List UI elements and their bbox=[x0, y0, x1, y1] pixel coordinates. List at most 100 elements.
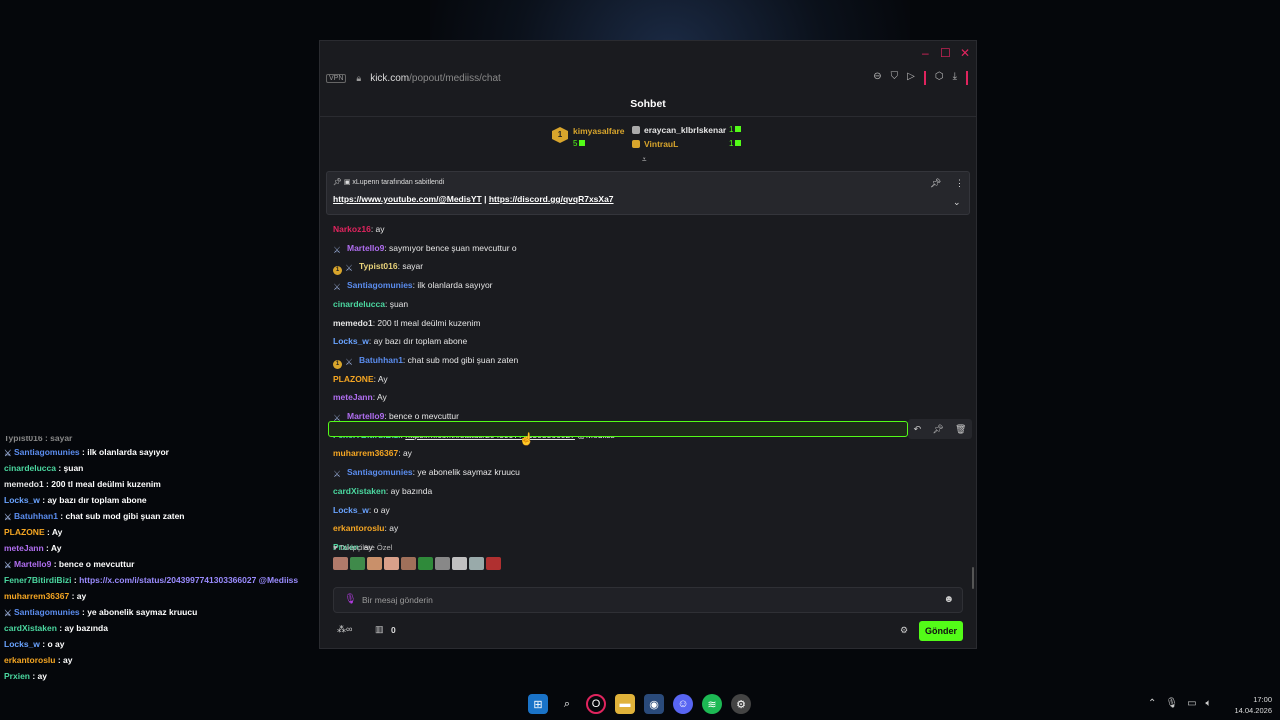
emote-icon[interactable] bbox=[418, 557, 433, 570]
download-icon[interactable]: ⤓ bbox=[953, 71, 957, 85]
overlay-line: meteJann : Ay bbox=[0, 540, 312, 556]
chat-username[interactable]: Locks_w bbox=[333, 505, 369, 515]
delete-icon[interactable]: 🗑︎ bbox=[955, 424, 966, 435]
overlay-username: Santiagomunies bbox=[14, 607, 80, 617]
pin-icon[interactable]: 📌︎ bbox=[930, 178, 941, 189]
channel-points-icon[interactable]: ⁂∞ bbox=[337, 624, 352, 635]
play-icon[interactable]: ▷ bbox=[907, 71, 915, 85]
emote-icon[interactable] bbox=[333, 557, 348, 570]
chat-text: : ay bazında bbox=[385, 485, 433, 496]
chat-username[interactable]: erkantoroslu bbox=[333, 523, 385, 533]
discord-icon[interactable]: ☺ bbox=[673, 694, 693, 714]
steam-icon[interactable]: ◉ bbox=[644, 694, 664, 714]
store-count: 0 bbox=[391, 625, 396, 635]
address-bar: VPN 🔒︎ kick.com/popout/mediiss/chat ⊖ ⛉ … bbox=[320, 65, 976, 91]
gift-icon bbox=[579, 140, 586, 146]
chevron-down-icon[interactable]: ⌄ bbox=[953, 197, 961, 208]
network-icon[interactable]: ▭ bbox=[1187, 698, 1196, 709]
message-list[interactable]: Narkoz16: ay ⚔ Martello9: saymıyor bence ş… bbox=[320, 161, 976, 561]
send-button[interactable]: Gönder bbox=[919, 621, 963, 641]
lock-icon[interactable]: 🔒︎ bbox=[356, 73, 361, 84]
opera-icon[interactable]: O bbox=[586, 694, 606, 714]
shield-icon[interactable]: ⛉ bbox=[891, 71, 899, 85]
overlay-text: : 200 tl meal deülmi kuzenim bbox=[43, 479, 161, 489]
overlay-username: memedo1 bbox=[4, 479, 44, 489]
scrollbar[interactable] bbox=[972, 567, 974, 589]
emote-icon[interactable] bbox=[452, 557, 467, 570]
emoji-icon[interactable]: ☻ bbox=[943, 594, 954, 605]
emote-icon[interactable] bbox=[367, 557, 382, 570]
url-field[interactable]: kick.com/popout/mediiss/chat bbox=[370, 73, 501, 84]
url-path: /popout/mediiss/chat bbox=[409, 72, 501, 84]
zoom-icon[interactable]: ⊖ bbox=[873, 71, 881, 85]
more-icon[interactable]: ⋮ bbox=[955, 178, 964, 189]
emote-icon[interactable] bbox=[435, 557, 450, 570]
chat-username[interactable]: Martello9 bbox=[347, 243, 384, 253]
emote-icon[interactable] bbox=[384, 557, 399, 570]
rank-badge: 1 bbox=[552, 127, 568, 143]
vpn-badge[interactable]: VPN bbox=[326, 73, 347, 83]
subscriber-badge-icon: 1 bbox=[333, 266, 342, 276]
chat-message: ⚔ Santiagomunies: ilk olanlarda sayıyor bbox=[333, 276, 493, 294]
overlay-chat: Typist016 : sayar ⚔ Santiagomunies : ilk … bbox=[0, 436, 312, 684]
chat-text: : bence o mevcuttur bbox=[384, 411, 459, 421]
leader-name-3[interactable]: VintrauL bbox=[644, 139, 678, 149]
file-explorer-icon[interactable]: ▬ bbox=[615, 694, 635, 714]
chat-username[interactable]: Martello9 bbox=[347, 411, 384, 421]
chat-text: : o ay bbox=[368, 504, 390, 515]
overlay-text: : ay bbox=[30, 671, 48, 681]
chat-username[interactable]: muharrem36367 bbox=[333, 448, 398, 458]
reply-icon[interactable]: ↶ bbox=[914, 424, 922, 435]
close-icon[interactable]: ✕ bbox=[960, 46, 970, 60]
chat-username[interactable]: Typist016 bbox=[359, 261, 398, 271]
pinned-by: xLupenn tarafından sabitlendi bbox=[352, 179, 445, 186]
minimize-icon[interactable]: – bbox=[922, 46, 929, 60]
volume-icon[interactable]: 🔈︎ bbox=[1206, 698, 1212, 709]
youtube-link[interactable]: https://www.youtube.com/@MedisYT bbox=[333, 194, 482, 204]
chat-username[interactable]: Santiagomunies bbox=[347, 467, 413, 477]
chevron-up-icon[interactable]: ⌃ bbox=[1148, 698, 1156, 709]
settings-icon[interactable]: ⚙ bbox=[900, 625, 908, 636]
spotify-icon[interactable]: ≋ bbox=[702, 694, 722, 714]
emote-icon[interactable] bbox=[486, 557, 501, 570]
emote-icon[interactable] bbox=[469, 557, 484, 570]
search-icon[interactable]: ⌕ bbox=[557, 694, 577, 714]
overlay-username: cardXistaken bbox=[4, 623, 57, 633]
message-composer: 🎙︎ ☻ bbox=[333, 587, 963, 613]
overlay-username: PLAZONE bbox=[4, 527, 45, 537]
app-icon[interactable]: ⚙ bbox=[731, 694, 751, 714]
pin-icon[interactable]: 📌︎ bbox=[932, 424, 943, 435]
emote-icon[interactable] bbox=[401, 557, 416, 570]
chat-username[interactable]: Locks_w bbox=[333, 336, 369, 346]
chat-username[interactable]: cinardelucca bbox=[333, 299, 385, 309]
chat-username[interactable]: Narkoz16 bbox=[333, 224, 371, 234]
chat-text: : chat sub mod gibi şuan zaten bbox=[402, 354, 519, 365]
windows-start-icon[interactable]: ⊞ bbox=[528, 694, 548, 714]
chat-username[interactable]: cardXistaken bbox=[333, 486, 386, 496]
mic-icon[interactable]: 🎙︎ bbox=[344, 594, 357, 605]
chat-username[interactable]: memedo1 bbox=[333, 318, 373, 328]
clock[interactable]: 17:00 14.04.2026 bbox=[1226, 694, 1272, 716]
overlay-text: : ay bazında bbox=[56, 623, 108, 633]
leader-hex-icon bbox=[632, 126, 640, 134]
chat-username[interactable]: Santiagomunies bbox=[347, 280, 413, 290]
mic-tray-icon[interactable]: 🎙︎ bbox=[1165, 698, 1178, 709]
pinned-message: 📌︎ ▣ xLupenn tarafından sabitlendi https… bbox=[326, 171, 970, 215]
discord-link[interactable]: https://discord.gg/qvqR7xsXa7 bbox=[489, 194, 614, 204]
extensions-icon[interactable]: ⬡ bbox=[935, 71, 944, 85]
chat-username[interactable]: meteJann bbox=[333, 392, 373, 402]
chat-username[interactable]: PLAZONE bbox=[333, 374, 374, 384]
chat-message: ⚔ Santiagomunies: ye abonelik saymaz kruu… bbox=[333, 463, 520, 481]
chat-username[interactable]: Batuhhan1 bbox=[359, 355, 403, 365]
maximize-icon[interactable]: ☐ bbox=[940, 46, 951, 60]
emote-icon[interactable] bbox=[350, 557, 365, 570]
overlay-username: Prxien bbox=[4, 671, 30, 681]
leader-count-1: 5 bbox=[573, 139, 586, 148]
clock-date: 14.04.2026 bbox=[1234, 706, 1272, 715]
leader-name-1[interactable]: kimyasalfare bbox=[573, 126, 625, 136]
leader-name-2[interactable]: eraycan_klbrlskenar bbox=[644, 125, 726, 135]
store-icon[interactable]: ▥ bbox=[375, 624, 384, 635]
chat-message: 1 ⚔ Typist016: sayar bbox=[333, 257, 423, 276]
message-input[interactable] bbox=[362, 593, 922, 607]
overlay-line: PLAZONE : Ay bbox=[0, 524, 312, 540]
